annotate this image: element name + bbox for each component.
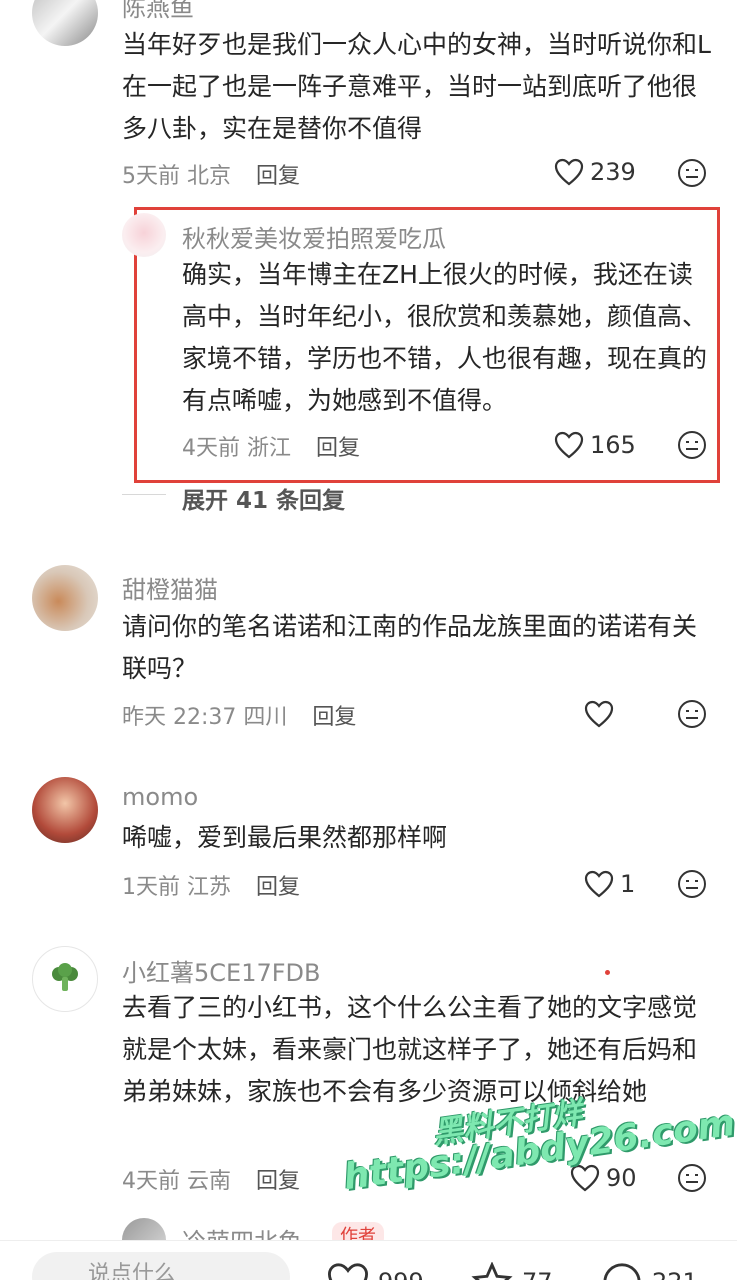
neutral-face-icon (678, 431, 706, 459)
reply-button[interactable]: 回复 (256, 875, 300, 900)
emoji-reaction-button[interactable] (677, 699, 707, 729)
comment-author-name[interactable]: 小红薯5CE17FDB (122, 953, 320, 988)
heart-icon (584, 870, 614, 898)
emoji-reaction-button[interactable] (677, 158, 707, 188)
neutral-face-icon (678, 1164, 706, 1192)
red-dot (605, 970, 610, 975)
expand-replies-button[interactable]: 展开 41 条回复 (182, 481, 345, 515)
comment-time: 4天前 (122, 1169, 180, 1194)
comment-text: 请问你的笔名诺诺和江南的作品龙族里面的诺诺有关联吗？ (122, 612, 698, 683)
heart-icon (584, 700, 614, 728)
comment-time: 1天前 (122, 875, 180, 900)
emoji-reaction-button[interactable] (677, 430, 707, 460)
comment-input-placeholder: 说点什么 (88, 1262, 177, 1280)
like-count: 165 (590, 431, 636, 459)
comment-location: 浙江 (247, 436, 292, 461)
collect-count: 77 (522, 1268, 553, 1280)
like-post-count: 999 (378, 1268, 424, 1280)
avatar[interactable] (32, 0, 98, 46)
comment-author-name[interactable]: momo (122, 783, 198, 811)
avatar[interactable] (122, 213, 166, 257)
avatar[interactable] (32, 946, 98, 1012)
like-button[interactable]: 1 (584, 870, 635, 898)
comment-author-name[interactable]: 陈燕鱼 (122, 0, 194, 23)
comment-bubble-icon (603, 1263, 641, 1280)
heart-icon (327, 1263, 369, 1280)
comment-time: 4天前 (182, 436, 240, 461)
comment-time: 昨天 22:37 (122, 705, 237, 730)
neutral-face-icon (678, 870, 706, 898)
heart-icon (570, 1164, 600, 1192)
broccoli-icon (52, 963, 78, 991)
reply-button[interactable]: 回复 (256, 164, 300, 189)
like-count: 90 (606, 1164, 637, 1192)
comment-location: 云南 (187, 1169, 232, 1194)
comment-time: 5天前 (122, 164, 180, 189)
reply-button[interactable]: 回复 (256, 1169, 300, 1194)
comment-meta: 1天前 江苏 回复 (122, 869, 300, 901)
comment-input[interactable]: 说点什么 (32, 1252, 290, 1280)
neutral-face-icon (678, 159, 706, 187)
comment-meta: 4天前 云南 回复 (122, 1163, 300, 1195)
comment-author-name[interactable]: 甜橙猫猫 (122, 570, 218, 605)
comment-location: 江苏 (187, 875, 232, 900)
collect-button[interactable]: 77 (470, 1262, 553, 1280)
reply-button[interactable]: 回复 (316, 436, 360, 461)
emoji-reaction-button[interactable] (677, 869, 707, 899)
comment-text: 确实，当年博主在ZH上很火的时候，我还在读高中，当时年纪小，很欣赏和羡慕她，颜值… (182, 260, 708, 415)
comment-count-button[interactable]: 221 (600, 1262, 698, 1280)
like-button[interactable]: 90 (570, 1164, 637, 1192)
comment-author-name[interactable]: 秋秋爱美妆爱拍照爱吃瓜 (182, 219, 446, 254)
like-count: 1 (620, 870, 636, 898)
comment-meta: 昨天 22:37 四川 回复 (122, 699, 356, 731)
reply-button[interactable]: 回复 (312, 705, 356, 730)
comment-location: 四川 (243, 705, 288, 730)
comment-text: 唏嘘，爱到最后果然都那样啊 (122, 823, 448, 852)
like-button[interactable]: 239 (554, 158, 636, 186)
neutral-face-icon (678, 700, 706, 728)
like-button[interactable] (584, 700, 614, 728)
comment-count: 221 (652, 1268, 698, 1280)
like-button[interactable]: 165 (554, 431, 636, 459)
heart-icon (554, 431, 584, 459)
comment-text: 去看了三的小红书，这个什么公主看了她的文字感觉就是个太妹，看来豪门也就这样子了，… (122, 993, 698, 1106)
avatar[interactable] (32, 777, 98, 843)
comment-meta: 4天前 浙江 回复 (182, 430, 360, 462)
emoji-reaction-button[interactable] (677, 1163, 707, 1193)
heart-icon (554, 158, 584, 186)
divider (122, 494, 166, 495)
comment-text: 当年好歹也是我们一众人心中的女神，当时听说你和L在一起了也是一阵子意难平，当时一… (122, 30, 711, 143)
comment-meta: 5天前 北京 回复 (122, 158, 300, 190)
like-post-button[interactable]: 999 (326, 1262, 424, 1280)
comment-location: 北京 (187, 164, 232, 189)
like-count: 239 (590, 158, 636, 186)
avatar[interactable] (32, 565, 98, 631)
star-icon (471, 1262, 513, 1280)
